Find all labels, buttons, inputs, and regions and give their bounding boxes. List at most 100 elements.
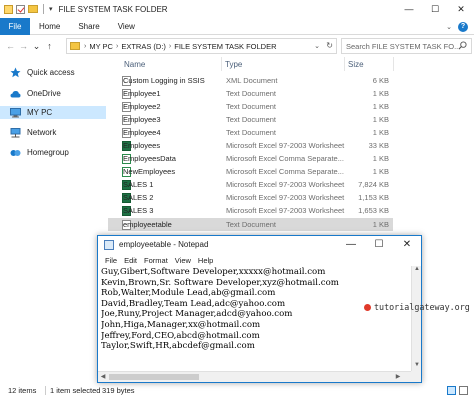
column-divider[interactable] (221, 57, 222, 71)
file-size: 7,824 KB (358, 180, 389, 189)
file-row[interactable]: Employees Microsoft Excel 97-2003 Worksh… (108, 139, 393, 152)
checkmark-icon[interactable] (16, 4, 25, 14)
back-button[interactable]: ← (4, 41, 17, 51)
horizontal-scrollbar[interactable]: ◀ ▶ (98, 371, 413, 382)
file-row[interactable]: Employee1 Text Document 1 KB (108, 87, 393, 100)
maximize-button[interactable]: ☐ (422, 0, 448, 18)
file-name: Employee2 (123, 102, 161, 111)
tab-view[interactable]: View (109, 18, 144, 35)
scroll-up-icon[interactable]: ▲ (412, 266, 422, 276)
file-name: employeetable (123, 220, 172, 229)
sidebar-item-label: OneDrive (27, 89, 61, 98)
column-header-name[interactable]: Name (124, 60, 145, 69)
file-size: 1,653 KB (358, 206, 389, 215)
large-icons-view-icon[interactable] (459, 386, 468, 395)
tab-home[interactable]: Home (30, 18, 69, 35)
properties-icon[interactable] (4, 4, 13, 14)
ribbon-tabs: File Home Share View ⌄ ? (0, 17, 474, 35)
file-row[interactable]: EmployeesData Microsoft Excel Comma Sepa… (108, 152, 393, 165)
file-row[interactable]: Employee3 Text Document 1 KB (108, 113, 393, 126)
window-title: FILE SYSTEM TASK FOLDER (58, 4, 168, 14)
menu-file[interactable]: File (105, 256, 117, 265)
notepad-maximize-button[interactable]: ☐ (365, 236, 393, 253)
file-row[interactable]: SALES 1 Microsoft Excel 97-2003 Workshee… (108, 178, 393, 191)
file-type: Microsoft Excel Comma Separate... (226, 154, 344, 163)
menu-view[interactable]: View (175, 256, 191, 265)
homegroup-icon (10, 147, 21, 158)
details-view-icon[interactable] (447, 386, 456, 395)
menu-help[interactable]: Help (198, 256, 213, 265)
file-type: Text Document (226, 102, 277, 111)
search-input[interactable]: Search FILE SYSTEM TASK FO... (341, 38, 472, 54)
address-bar[interactable]: › MY PC › EXTRAS (D:) › FILE SYSTEM TASK… (66, 38, 337, 54)
file-type: Text Document (226, 128, 277, 137)
file-row-selected[interactable]: employeetable Text Document 1 KB (108, 218, 393, 231)
file-row[interactable]: SALES 2 Microsoft Excel 97-2003 Workshee… (108, 191, 393, 204)
scroll-left-icon[interactable]: ◀ (98, 373, 108, 380)
notepad-minimize-button[interactable]: — (337, 236, 365, 253)
file-size: 6 KB (372, 76, 389, 85)
file-row[interactable]: NewEmployees Microsoft Excel Comma Separ… (108, 165, 393, 178)
file-size: 33 KB (368, 141, 389, 150)
file-row[interactable]: Employee4 Text Document 1 KB (108, 126, 393, 139)
file-type: Text Document (226, 115, 277, 124)
sidebar-item-network[interactable]: Network (10, 126, 56, 139)
menu-edit[interactable]: Edit (124, 256, 137, 265)
sidebar-item-homegroup[interactable]: Homegroup (10, 146, 69, 159)
title-bar: ▾ FILE SYSTEM TASK FOLDER — ☐ ✕ (0, 0, 474, 18)
file-size: 1 KB (372, 115, 389, 124)
tab-share[interactable]: Share (69, 18, 108, 35)
recent-locations-icon[interactable]: ⌄ (30, 41, 43, 52)
column-header-type[interactable]: Type (225, 60, 242, 69)
column-divider[interactable] (344, 57, 345, 71)
breadcrumb-extras-drive[interactable]: EXTRAS (D:) (121, 42, 166, 51)
close-button[interactable]: ✕ (448, 0, 474, 18)
file-row[interactable]: SALES 3 Microsoft Excel 97-2003 Workshee… (108, 204, 393, 217)
sidebar-item-label: Network (27, 128, 57, 137)
up-button[interactable]: ↑ (43, 41, 56, 51)
file-row[interactable]: Custom Logging in SSIS XML Document 6 KB (108, 74, 393, 87)
notepad-menu-bar: File Edit Format View Help (98, 254, 421, 266)
scroll-right-icon[interactable]: ▶ (393, 373, 403, 380)
folder-icon (70, 42, 80, 50)
file-size: 1 KB (372, 154, 389, 163)
watermark-dot-icon (364, 303, 371, 311)
sidebar-item-my-pc[interactable]: MY PC (0, 106, 106, 119)
address-dropdown-icon[interactable]: ⌄ (314, 42, 320, 50)
breadcrumb-my-pc[interactable]: MY PC (89, 42, 113, 51)
column-header-row: Name Type Size (108, 57, 474, 71)
tab-file[interactable]: File (0, 17, 30, 35)
vertical-scrollbar[interactable]: ▲ ▼ (411, 266, 421, 372)
sidebar-item-onedrive[interactable]: OneDrive (10, 87, 61, 100)
sidebar-item-quick-access[interactable]: Quick access (10, 66, 75, 79)
column-divider[interactable] (393, 57, 394, 71)
minimize-button[interactable]: — (396, 0, 422, 18)
notepad-close-button[interactable]: ✕ (393, 236, 421, 253)
resize-grip[interactable] (411, 371, 421, 382)
notepad-text-area[interactable]: Guy,Gibert,Software Developer,xxxxx@hotm… (101, 267, 404, 371)
search-icon[interactable] (458, 41, 467, 50)
navigation-pane: Quick access OneDrive MY PC Network Home… (0, 57, 106, 380)
refresh-icon[interactable]: ↻ (326, 41, 333, 50)
chevron-right-icon[interactable]: › (84, 43, 86, 50)
star-icon (10, 67, 21, 78)
selected-count: 1 item selected (50, 386, 101, 395)
column-header-size[interactable]: Size (348, 60, 364, 69)
file-name: Employee4 (123, 128, 161, 137)
breadcrumb-current-folder[interactable]: FILE SYSTEM TASK FOLDER (174, 42, 276, 51)
help-icon[interactable]: ? (458, 21, 468, 32)
status-bar: 12 items 1 item selected 319 bytes (0, 383, 474, 398)
file-type: Microsoft Excel 97-2003 Worksheet (226, 141, 345, 150)
scroll-thumb[interactable] (109, 374, 199, 380)
file-name: Custom Logging in SSIS (123, 76, 205, 85)
expand-ribbon-icon[interactable]: ⌄ (446, 23, 452, 31)
selected-size: 319 bytes (102, 386, 135, 395)
file-name: SALES 2 (123, 193, 154, 202)
new-folder-icon[interactable] (28, 5, 38, 13)
forward-button[interactable]: → (17, 41, 30, 51)
customize-toolbar-icon[interactable]: ▾ (49, 5, 53, 13)
menu-format[interactable]: Format (144, 256, 168, 265)
chevron-right-icon[interactable]: › (116, 43, 118, 50)
file-row[interactable]: Employee2 Text Document 1 KB (108, 100, 393, 113)
chevron-right-icon[interactable]: › (169, 43, 171, 50)
